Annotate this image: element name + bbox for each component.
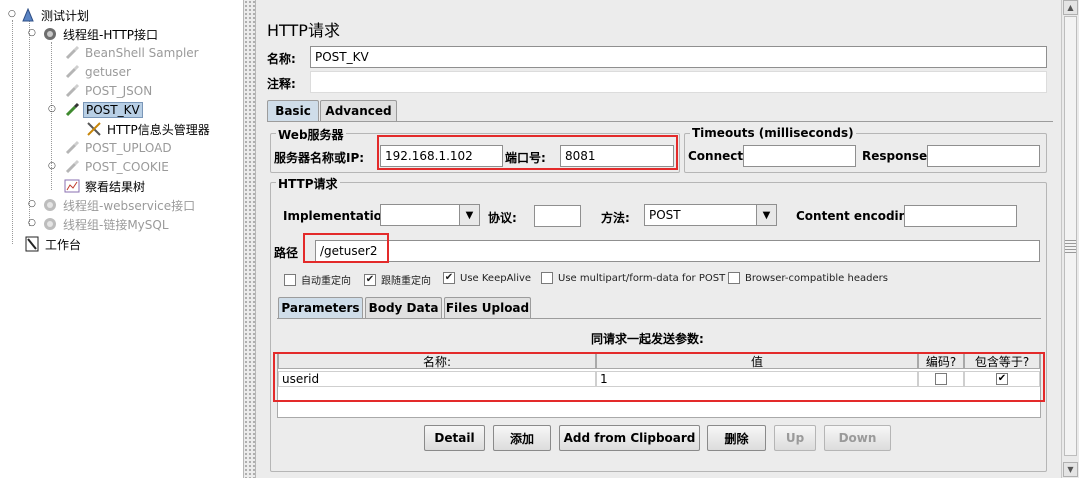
name-input[interactable]: POST_KV	[310, 46, 1047, 68]
tree-item-header-manager[interactable]: HTTP信息头管理器	[86, 120, 212, 138]
tree-item-post-upload[interactable]: POST_UPLOAD	[64, 139, 174, 157]
connect-label: Connect:	[688, 149, 748, 163]
method-label: 方法:	[601, 211, 630, 225]
tree-item-post-cookie[interactable]: ○ POST_COOKIE	[48, 158, 171, 176]
web-server-title: Web服务器	[276, 126, 346, 143]
gear-icon	[42, 216, 58, 232]
tree-item-thread-group-mysql[interactable]: ○ 线程组-链接MySQL	[28, 215, 171, 233]
workbench-icon	[24, 236, 40, 252]
timeouts-title: Timeouts (milliseconds)	[690, 126, 856, 140]
tools-icon	[86, 121, 102, 137]
pipette-icon	[64, 102, 80, 118]
browser-headers-checkbox[interactable]: Browser-compatible headers	[728, 272, 888, 284]
tree-item-beanshell-sampler[interactable]: BeanShell Sampler	[64, 44, 201, 62]
tree-expand-handle[interactable]: ○	[28, 28, 36, 38]
checkbox-box[interactable]	[284, 273, 296, 286]
http-request-panel: HTTP请求 名称: POST_KV 注释: Basic Advanced We…	[256, 0, 1061, 478]
tree-item-getuser[interactable]: getuser	[64, 63, 133, 81]
vertical-scrollbar[interactable]: ▲ ▼	[1061, 0, 1079, 478]
tab-body-data[interactable]: Body Data	[365, 297, 442, 318]
tab-parameters[interactable]: Parameters	[278, 297, 363, 318]
tree-expand-handle[interactable]: ○	[48, 161, 56, 171]
response-label: Response:	[862, 149, 932, 163]
auto-redirect-checkbox[interactable]: 自动重定向	[284, 272, 351, 287]
pipette-icon	[64, 159, 80, 175]
tree-item-workbench[interactable]: 工作台	[24, 235, 83, 253]
tab-advanced[interactable]: Advanced	[320, 100, 397, 121]
up-button[interactable]: Up	[774, 425, 816, 451]
connect-timeout-input[interactable]	[743, 145, 856, 167]
comment-input[interactable]	[310, 71, 1047, 93]
tree-connector	[12, 20, 13, 244]
tab-files-upload[interactable]: Files Upload	[444, 297, 531, 318]
tree-item-thread-group-http[interactable]: ○ 线程组-HTTP接口	[28, 25, 160, 43]
comment-label: 注释:	[267, 77, 296, 91]
protocol-input[interactable]	[534, 205, 581, 227]
name-label: 名称:	[267, 52, 296, 66]
content-encoding-input[interactable]	[904, 205, 1017, 227]
page-title: HTTP请求	[267, 21, 340, 40]
chevron-down-icon[interactable]: ▼	[459, 205, 479, 225]
delete-button[interactable]: 删除	[707, 425, 766, 451]
implementation-select[interactable]: ▼	[380, 204, 480, 226]
chart-icon	[64, 178, 80, 194]
tab-divider	[277, 318, 1041, 319]
scroll-down-icon[interactable]: ▼	[1063, 462, 1078, 477]
tree-item-post-kv[interactable]: ○ POST_KV	[48, 101, 143, 119]
tree-expand-handle[interactable]: ○	[28, 218, 36, 228]
gear-icon	[42, 26, 58, 42]
tree-item-thread-group-webservice[interactable]: ○ 线程组-webservice接口	[28, 196, 197, 214]
protocol-label: 协议:	[488, 211, 517, 225]
annotation-highlight	[303, 233, 389, 263]
check-icon[interactable]: ✔	[364, 273, 376, 286]
pipette-icon	[64, 83, 80, 99]
test-plan-tree[interactable]: ○ 测试计划 ○ 线程组-HTTP接口 BeanShell Sampler ge…	[0, 0, 243, 478]
check-icon[interactable]: ✔	[443, 272, 455, 284]
split-pane-divider[interactable]	[243, 0, 256, 478]
tab-divider	[267, 121, 1053, 122]
gear-icon	[42, 197, 58, 213]
annotation-highlight	[273, 352, 1045, 402]
pipette-icon	[64, 64, 80, 80]
scrollbar-thumb[interactable]	[1064, 16, 1077, 456]
server-label: 服务器名称或IP:	[274, 151, 365, 165]
test-plan-icon	[20, 7, 36, 23]
content-encoding-label: Content encoding:	[796, 209, 921, 223]
follow-redirect-checkbox[interactable]: ✔ 跟随重定向	[364, 272, 431, 287]
detail-button[interactable]: Detail	[424, 425, 485, 451]
tree-expand-handle[interactable]: ○	[48, 104, 56, 114]
down-button[interactable]: Down	[824, 425, 891, 451]
checkbox-box[interactable]	[728, 272, 740, 284]
scroll-up-icon[interactable]: ▲	[1063, 0, 1078, 15]
annotation-highlight	[377, 135, 678, 170]
add-button[interactable]: 添加	[493, 425, 551, 451]
checkbox-box[interactable]	[541, 272, 553, 284]
http-request-group-title: HTTP请求	[276, 175, 340, 192]
response-timeout-input[interactable]	[927, 145, 1040, 167]
implementation-label: Implementation:	[283, 209, 396, 223]
chevron-down-icon[interactable]: ▼	[756, 205, 776, 225]
tab-basic[interactable]: Basic	[267, 100, 319, 121]
method-select[interactable]: POST ▼	[644, 204, 777, 226]
scrollbar-grip	[1065, 240, 1076, 254]
keepalive-checkbox[interactable]: ✔ Use KeepAlive	[443, 272, 531, 284]
add-from-clipboard-button[interactable]: Add from Clipboard	[559, 425, 700, 451]
pipette-icon	[64, 140, 80, 156]
tree-item-test-plan[interactable]: ○ 测试计划	[8, 6, 91, 24]
params-caption: 同请求一起发送参数:	[591, 332, 704, 346]
path-input[interactable]: /getuser2	[315, 240, 1040, 262]
tree-expand-handle[interactable]: ○	[28, 199, 36, 209]
tree-item-view-results[interactable]: 察看结果树	[64, 177, 147, 195]
pipette-icon	[64, 45, 80, 61]
tree-item-post-json[interactable]: POST_JSON	[64, 82, 154, 100]
tree-expand-handle[interactable]: ○	[8, 9, 16, 19]
multipart-checkbox[interactable]: Use multipart/form-data for POST	[541, 272, 725, 284]
path-label: 路径	[274, 246, 299, 260]
